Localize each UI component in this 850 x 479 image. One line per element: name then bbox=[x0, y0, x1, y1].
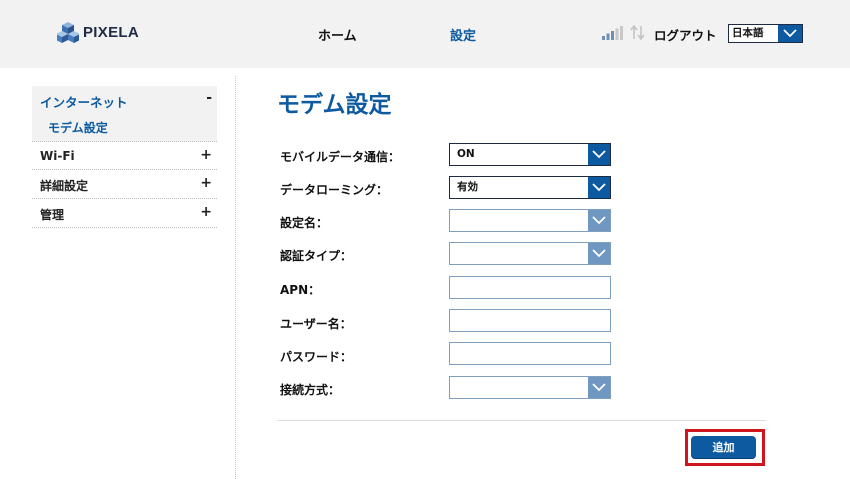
chevron-down-icon bbox=[588, 243, 610, 264]
auth-type-select[interactable] bbox=[449, 242, 611, 265]
add-button[interactable]: 追加 bbox=[691, 436, 756, 458]
chevron-down-icon bbox=[588, 177, 610, 198]
profile-name-select[interactable] bbox=[449, 209, 611, 232]
mobile-data-label: モバイルデータ通信： bbox=[280, 150, 401, 164]
expand-toggle[interactable]: + bbox=[200, 175, 212, 191]
profile-name-label: 設定名： bbox=[280, 216, 329, 230]
mobile-data-value: ON bbox=[457, 148, 475, 160]
data-roaming-value: 有効 bbox=[457, 181, 478, 193]
page-title: モデム設定 bbox=[277, 92, 392, 118]
chevron-down-icon bbox=[778, 25, 802, 42]
password-input[interactable] bbox=[449, 342, 611, 365]
sidebar-group-internet: インターネット - モデム設定 bbox=[32, 86, 217, 141]
expand-toggle[interactable]: + bbox=[200, 147, 212, 163]
expand-toggle[interactable]: + bbox=[200, 204, 212, 220]
sidebar-item-modem-settings[interactable]: モデム設定 bbox=[48, 119, 108, 136]
mobile-data-select[interactable]: ON bbox=[449, 143, 611, 166]
form-divider bbox=[277, 420, 766, 421]
chevron-down-icon bbox=[588, 144, 610, 165]
chevron-down-icon bbox=[588, 377, 610, 398]
connection-method-select[interactable] bbox=[449, 376, 611, 399]
logo-text: PIXELA bbox=[83, 23, 139, 41]
connection-method-value bbox=[450, 377, 588, 398]
sidebar-item-internet[interactable]: インターネット bbox=[40, 92, 128, 111]
data-roaming-select[interactable]: 有効 bbox=[449, 176, 611, 199]
auth-type-label: 認証タイプ： bbox=[280, 249, 353, 263]
sidebar-item-label: Wi-Fi bbox=[40, 149, 75, 163]
up-down-arrows-icon bbox=[630, 25, 645, 40]
username-label: ユーザー名： bbox=[280, 317, 352, 331]
nav-home[interactable]: ホーム bbox=[318, 25, 357, 44]
profile-name-value bbox=[450, 210, 588, 231]
nav-settings[interactable]: 設定 bbox=[450, 25, 476, 44]
sidebar-item-label: 詳細設定 bbox=[40, 179, 89, 193]
language-select[interactable]: 日本語 bbox=[728, 24, 803, 43]
sidebar-item-wifi[interactable]: Wi-Fi + bbox=[32, 141, 217, 170]
collapse-toggle[interactable]: - bbox=[206, 90, 212, 106]
apn-input[interactable] bbox=[449, 276, 611, 299]
data-roaming-label: データローミング： bbox=[280, 183, 389, 197]
cubes-logo-icon bbox=[57, 22, 79, 43]
pixela-logo[interactable]: PIXELA bbox=[57, 21, 139, 43]
sidebar: インターネット - モデム設定 Wi-Fi + 詳細設定 + 管理 + bbox=[32, 86, 217, 228]
top-header: PIXELA ホーム 設定 ログアウト 日本語 bbox=[0, 0, 850, 68]
apn-label: APN： bbox=[280, 283, 321, 297]
logout-link[interactable]: ログアウト bbox=[654, 25, 717, 44]
sidebar-item-advanced[interactable]: 詳細設定 + bbox=[32, 170, 217, 199]
password-label: パスワード： bbox=[280, 350, 353, 364]
auth-type-value bbox=[450, 243, 588, 264]
language-select-value: 日本語 bbox=[732, 27, 764, 39]
signal-bars-icon bbox=[602, 26, 623, 40]
sidebar-item-label: 管理 bbox=[40, 208, 65, 222]
vertical-divider bbox=[235, 76, 236, 479]
connection-method-label: 接続方式： bbox=[280, 383, 341, 397]
sidebar-item-admin[interactable]: 管理 + bbox=[32, 199, 217, 228]
chevron-down-icon bbox=[588, 210, 610, 231]
username-input[interactable] bbox=[449, 309, 611, 332]
